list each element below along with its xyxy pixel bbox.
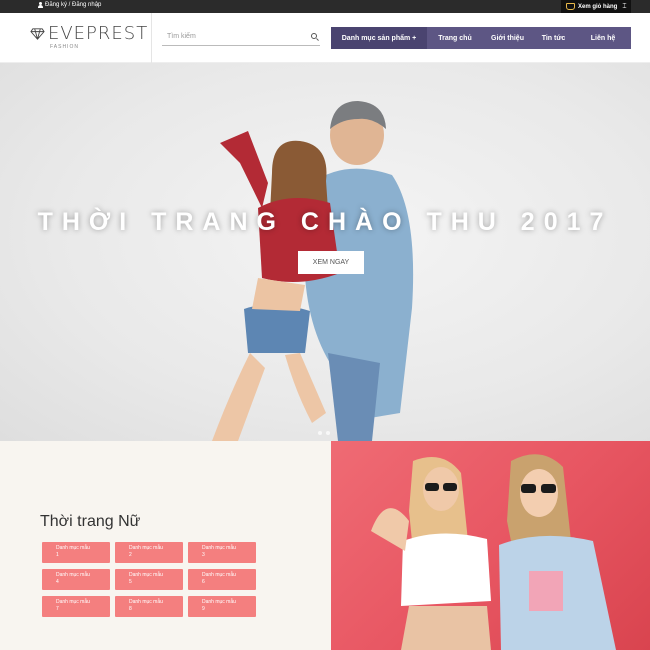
- site-header: EVEPREST FASHION Tìm kiếm Danh mục sản p…: [0, 13, 650, 63]
- category-tile[interactable]: Danh mục mẫu 9: [188, 596, 256, 617]
- tile-number: 9: [202, 606, 205, 612]
- nav-item-home[interactable]: Trang chủ: [427, 27, 483, 49]
- promo-photo[interactable]: [331, 441, 650, 650]
- slider-dot[interactable]: [318, 431, 322, 435]
- tile-label: Danh mục mẫu: [129, 572, 163, 578]
- tile-number: 2: [129, 552, 132, 558]
- category-tile[interactable]: Danh mục mẫu 1: [42, 542, 110, 563]
- tile-label: Danh mục mẫu: [56, 545, 90, 551]
- tile-label: Danh mục mẫu: [202, 599, 236, 605]
- user-icon: [38, 2, 43, 8]
- view-now-button[interactable]: XEM NGAY: [298, 251, 364, 274]
- auth-link[interactable]: Đăng ký / Đăng nhập: [38, 2, 101, 8]
- category-tile[interactable]: Danh mục mẫu 7: [42, 596, 110, 617]
- tile-label: Danh mục mẫu: [56, 599, 90, 605]
- tile-label: Danh mục mẫu: [56, 572, 90, 578]
- diamond-icon: [30, 28, 45, 40]
- hero-banner: THỜI TRANG CHÀO THU 2017 XEM NGAY: [0, 63, 650, 441]
- category-tile[interactable]: Danh mục mẫu 8: [115, 596, 183, 617]
- category-tile[interactable]: Danh mục mẫu 5: [115, 569, 183, 590]
- auth-link-label: Đăng ký / Đăng nhập: [45, 2, 102, 8]
- promo-photo-women: [371, 454, 616, 650]
- header-divider: [151, 13, 152, 63]
- tile-number: 3: [202, 552, 205, 558]
- category-title: Thời trang Nữ: [40, 513, 141, 530]
- tile-label: Danh mục mẫu: [202, 545, 236, 551]
- tile-label: Danh mục mẫu: [129, 599, 163, 605]
- hero-title: THỜI TRANG CHÀO THU 2017: [37, 208, 613, 236]
- tile-number: 7: [56, 606, 59, 612]
- cart-label: Xem giỏ hàng: [578, 3, 618, 10]
- cart-dropdown-icon: ⌶: [622, 2, 627, 10]
- tile-label: Danh mục mẫu: [129, 545, 163, 551]
- slider-dots: [318, 431, 330, 435]
- tile-number: 6: [202, 579, 205, 585]
- search-icon[interactable]: [311, 33, 317, 39]
- nav-item-categories[interactable]: Danh mục sản phẩm +: [331, 27, 427, 49]
- main-nav: Danh mục sản phẩm + Trang chủ Giới thiệu…: [331, 27, 631, 49]
- nav-item-about[interactable]: Giới thiệu: [483, 27, 532, 49]
- nav-item-news[interactable]: Tin tức: [532, 27, 575, 49]
- category-tile[interactable]: Danh mục mẫu 2: [115, 542, 183, 563]
- search-placeholder: Tìm kiếm: [167, 33, 196, 40]
- category-tile[interactable]: Danh mục mẫu 6: [188, 569, 256, 590]
- tile-number: 5: [129, 579, 132, 585]
- tile-number: 4: [56, 579, 59, 585]
- tile-label: Danh mục mẫu: [202, 572, 236, 578]
- category-tile[interactable]: Danh mục mẫu 4: [42, 569, 110, 590]
- search-input[interactable]: Tìm kiếm: [162, 30, 320, 46]
- brand-tagline: FASHION: [50, 44, 79, 50]
- tile-number: 1: [56, 552, 59, 558]
- category-grid: Danh mục mẫu 1 Danh mục mẫu 2 Danh mục mẫu…: [42, 542, 256, 617]
- cart-button[interactable]: Xem giỏ hàng ⌶: [561, 0, 631, 13]
- category-tile[interactable]: Danh mục mẫu 3: [188, 542, 256, 563]
- cart-icon: [566, 3, 575, 10]
- top-bar: Đăng ký / Đăng nhập Xem giỏ hàng ⌶: [0, 0, 650, 13]
- brand-name: EVEPREST: [48, 23, 149, 44]
- slider-dot[interactable]: [326, 431, 330, 435]
- logo[interactable]: EVEPREST FASHION: [30, 23, 149, 50]
- nav-item-contact[interactable]: Liên hệ: [575, 27, 631, 49]
- category-panel: Thời trang Nữ Danh mục mẫu 1 Danh mục mẫu…: [0, 441, 331, 650]
- tile-number: 8: [129, 606, 132, 612]
